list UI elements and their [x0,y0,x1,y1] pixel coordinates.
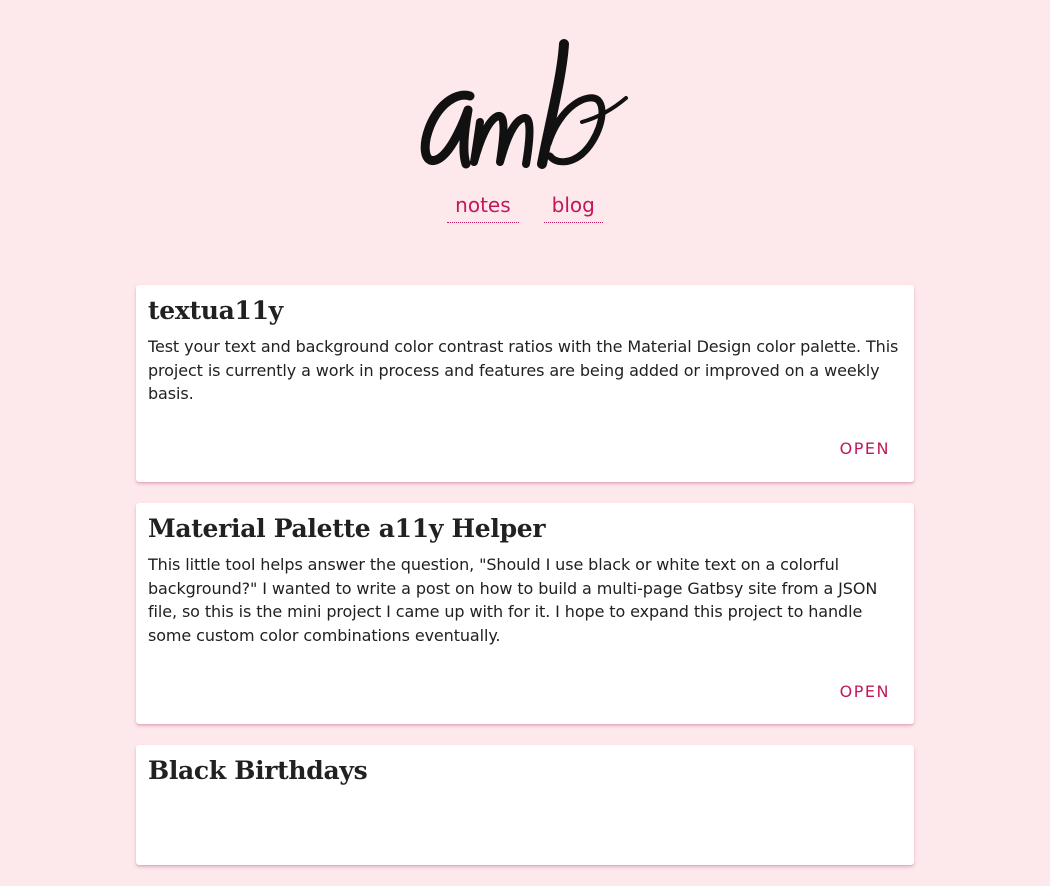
site-logo[interactable] [418,36,634,172]
nav-link-blog[interactable]: blog [543,192,603,223]
open-project-button[interactable]: OPEN [840,682,890,702]
project-title: Black Birthdays [148,756,368,785]
project-card: textua11y Test your text and background … [136,285,914,482]
project-title: textua11y [148,296,283,325]
card-actions: OPEN [840,682,902,702]
project-description: This little tool helps answer the questi… [148,555,878,645]
project-card: Black Birthdays [136,745,914,865]
nav-link-notes[interactable]: notes [447,192,519,223]
main-nav: notes blog [0,192,1050,223]
site-header: notes blog [0,0,1050,250]
project-list: textua11y Test your text and background … [136,285,914,886]
project-description: Test your text and background color cont… [148,337,899,403]
open-project-button[interactable]: OPEN [840,439,890,459]
project-title: Material Palette a11y Helper [148,514,546,543]
amb-logo-script [420,39,628,169]
project-card: Material Palette a11y Helper This little… [136,503,914,724]
card-actions: OPEN [840,439,902,459]
